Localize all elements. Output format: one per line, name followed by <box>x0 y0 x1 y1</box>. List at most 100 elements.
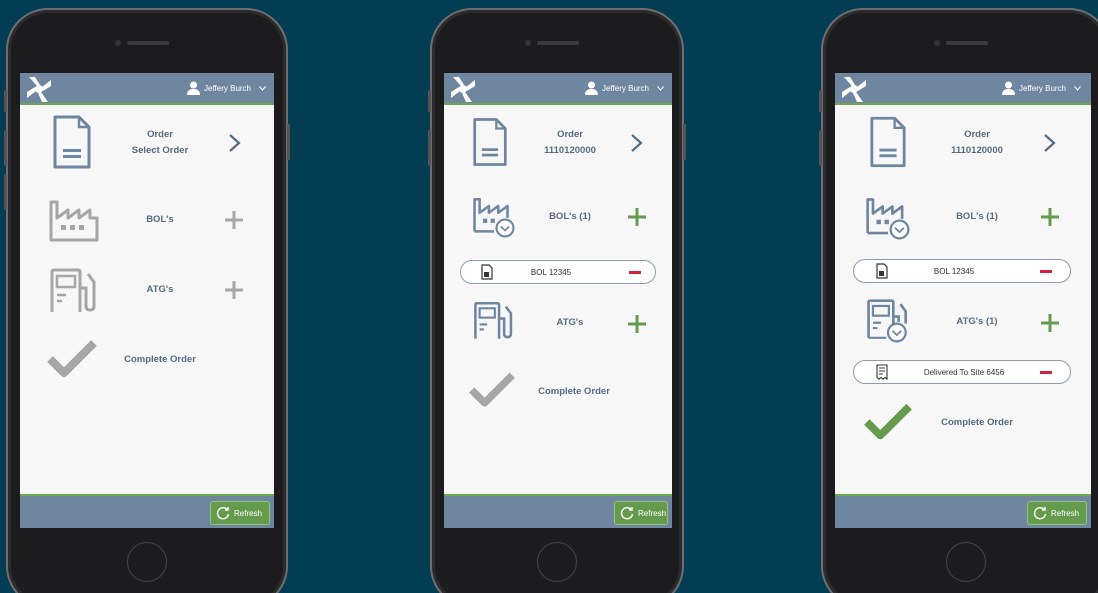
user-icon <box>585 81 599 95</box>
phone-side-button <box>287 124 290 160</box>
phone-side-button <box>819 130 822 166</box>
complete-order-row[interactable]: Complete Order <box>20 339 274 381</box>
refresh-button[interactable]: Refresh <box>210 501 270 525</box>
user-name: Jeffery Burch <box>1019 83 1066 93</box>
atgs-row: ATG's <box>444 299 672 349</box>
fuel-pump-check-icon <box>867 299 908 343</box>
order-title: Order <box>557 129 583 140</box>
refresh-icon <box>1033 507 1047 520</box>
chevron-down-icon <box>259 85 266 91</box>
app-footer: Refresh <box>20 494 274 528</box>
bols-label: BOL's (1) <box>549 211 591 222</box>
order-value: 1110120000 <box>544 145 596 156</box>
add-atg-icon[interactable] <box>1041 314 1059 332</box>
receipt-icon <box>876 364 888 380</box>
speaker <box>537 41 579 45</box>
add-bol-icon[interactable] <box>1041 208 1059 226</box>
user-menu[interactable]: Jeffery Burch <box>187 81 266 95</box>
bols-row: BOL's (1) <box>835 195 1091 245</box>
atg-item-label: Delivered To Site 6456 <box>923 368 1005 377</box>
complete-order-row[interactable]: Complete Order <box>835 402 1091 446</box>
order-label: Order 1110120000 <box>510 127 630 159</box>
home-button[interactable] <box>946 542 986 582</box>
order-row[interactable]: Order Select Order <box>20 115 274 175</box>
order-row[interactable]: Order 1110120000 <box>835 115 1091 175</box>
app-logo-icon <box>27 77 51 102</box>
bol-item[interactable]: BOL 12345 <box>853 259 1071 283</box>
phone-side-button <box>4 130 7 166</box>
app-logo-icon <box>451 77 475 102</box>
order-title: Order <box>147 129 173 140</box>
order-label: Order 1110120000 <box>917 127 1037 159</box>
phone-side-button <box>819 90 822 112</box>
chevron-right-icon[interactable] <box>630 133 644 153</box>
phone-side-button <box>4 90 7 112</box>
user-name: Jeffery Burch <box>204 83 251 93</box>
app-header: Jeffery Burch <box>835 73 1091 105</box>
fuel-doc-icon <box>876 263 888 279</box>
complete-order-label: Complete Order <box>538 386 610 397</box>
factory-icon <box>49 200 99 242</box>
user-menu[interactable]: Jeffery Burch <box>1002 81 1081 95</box>
user-name: Jeffery Burch <box>602 83 649 93</box>
camera <box>934 40 940 46</box>
add-atg-icon[interactable] <box>628 315 646 333</box>
phone-frame: Jeffery Burch Order 1110120000 BOL's (1)… <box>428 8 686 593</box>
chevron-down-icon <box>1074 85 1081 91</box>
factory-check-icon <box>866 198 910 240</box>
remove-atg-icon[interactable] <box>1040 371 1052 374</box>
user-icon <box>1002 81 1016 95</box>
chevron-right-icon[interactable] <box>228 133 242 153</box>
speaker <box>127 41 169 45</box>
bol-item[interactable]: BOL 12345 <box>460 260 656 284</box>
atgs-label: ATG's (1) <box>956 316 998 327</box>
add-atg-icon[interactable] <box>225 281 243 299</box>
user-icon <box>187 81 201 95</box>
atgs-row: ATG's (1) <box>835 298 1091 348</box>
remove-bol-icon[interactable] <box>1040 270 1052 273</box>
fuel-pump-icon <box>50 268 96 312</box>
document-icon <box>473 118 507 166</box>
app-footer: Refresh <box>444 494 672 528</box>
refresh-icon <box>216 507 230 520</box>
phone-frame: Jeffery Burch Order 1110120000 BOL's (1)… <box>819 8 1098 593</box>
bols-label: BOL's (1) <box>956 211 998 222</box>
chevron-right-icon[interactable] <box>1043 133 1057 153</box>
order-label: Order Select Order <box>100 127 220 159</box>
bols-label: BOL's <box>146 214 174 225</box>
atgs-row: ATG's <box>20 268 274 318</box>
complete-order-row[interactable]: Complete Order <box>444 371 672 413</box>
phone-frame: Jeffery Burch Order Select Order BOL's A… <box>4 8 290 593</box>
bols-row: BOL's <box>20 198 274 246</box>
app-logo-icon <box>842 77 866 102</box>
order-value: 1110120000 <box>951 145 1003 156</box>
camera <box>115 40 121 46</box>
home-button[interactable] <box>127 542 167 582</box>
refresh-label: Refresh <box>234 508 263 518</box>
home-button[interactable] <box>537 542 577 582</box>
atgs-label: ATG's <box>146 284 174 295</box>
app-header: Jeffery Burch <box>444 73 672 105</box>
remove-bol-icon[interactable] <box>629 271 641 274</box>
order-row[interactable]: Order 1110120000 <box>444 115 672 175</box>
atg-item[interactable]: Delivered To Site 6456 <box>853 360 1071 384</box>
refresh-button[interactable]: Refresh <box>614 501 668 525</box>
app-screen: Jeffery Burch Order 1110120000 BOL's (1)… <box>444 73 672 528</box>
refresh-label: Refresh <box>1051 508 1080 518</box>
phone-side-button <box>428 90 431 112</box>
user-menu[interactable]: Jeffery Burch <box>585 81 664 95</box>
app-screen: Jeffery Burch Order Select Order BOL's A… <box>20 73 274 528</box>
document-icon <box>53 115 91 169</box>
app-footer: Refresh <box>835 494 1091 528</box>
phone-side-button <box>683 124 686 160</box>
add-bol-icon[interactable] <box>628 208 646 226</box>
atgs-label: ATG's <box>556 317 584 328</box>
refresh-icon <box>620 507 634 520</box>
bol-item-label: BOL 12345 <box>530 268 572 277</box>
checkmark-icon <box>469 372 515 407</box>
add-bol-icon[interactable] <box>225 211 243 229</box>
refresh-button[interactable]: Refresh <box>1027 501 1087 525</box>
phone-side-button <box>4 174 7 210</box>
bol-item-label: BOL 12345 <box>933 267 975 276</box>
bols-row: BOL's (1) <box>444 195 672 245</box>
